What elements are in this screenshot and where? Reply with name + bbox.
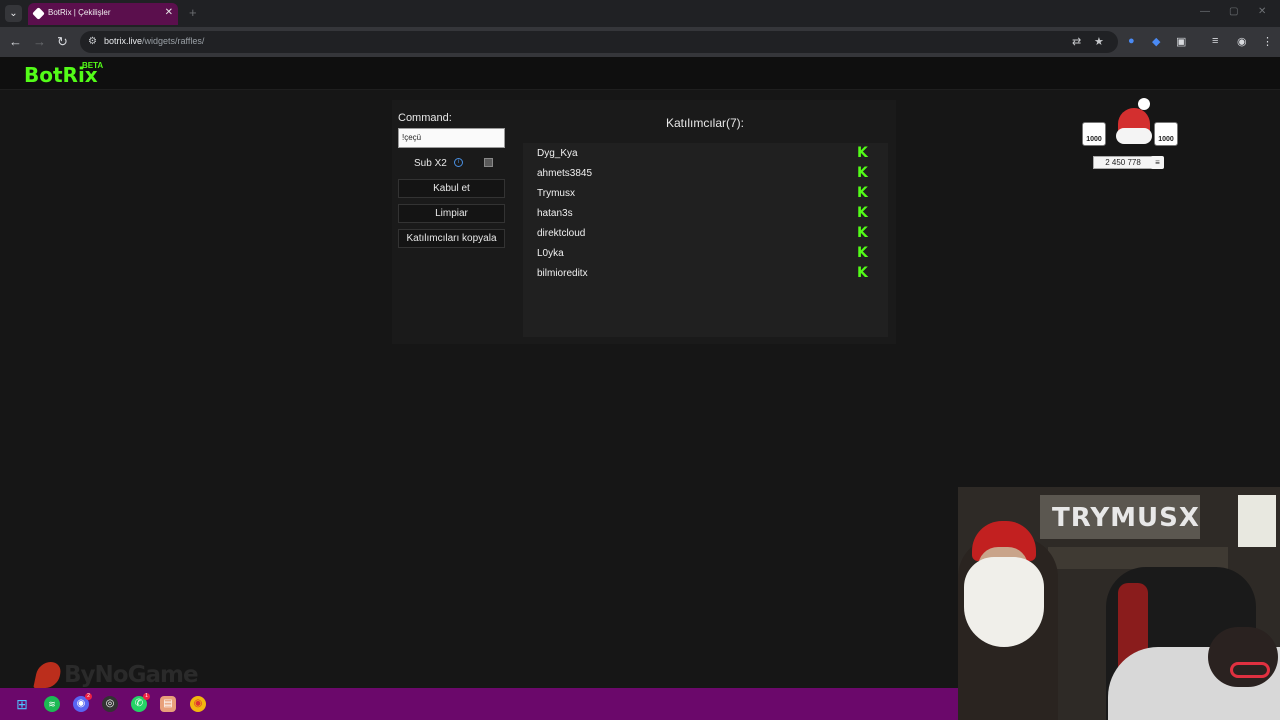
participant-name: ahmets3845 (537, 168, 593, 179)
translate-icon[interactable]: ⇄ (1072, 35, 1081, 48)
list-item[interactable]: direktcloud K (523, 223, 888, 243)
list-icon: ≡ (1151, 156, 1164, 169)
forward-icon[interactable]: → (33, 34, 46, 49)
list-item[interactable]: L0yka K (523, 243, 888, 263)
kick-icon: K (857, 145, 868, 161)
stream-overlay-widget: 1000 1000 2 450 778 ≡ (1082, 92, 1182, 172)
window-close-icon[interactable]: ✕ (1258, 6, 1266, 17)
kick-icon: K (857, 165, 868, 181)
participant-name: bilmioreditx (537, 268, 588, 279)
command-input[interactable]: !çeçü (398, 128, 505, 148)
webcam-sign-text: TRYMUSX (1052, 503, 1200, 533)
taskbar: ⊞ ≋ ◉ 2 ◎ ✆ 1 ▤ ◉ (0, 688, 958, 720)
kick-icon: K (857, 205, 868, 221)
tab-search-icon[interactable]: ⌄ (5, 5, 22, 22)
list-item[interactable]: bilmioreditx K (523, 263, 888, 283)
sub-x2-row: Sub X2 i (398, 155, 506, 173)
participants-panel: Katılımcılar(7): Dyg_Kya K ahmets3845 K Tr… (522, 100, 888, 344)
webcam-sign: TRYMUSX (1040, 495, 1200, 539)
accept-button[interactable]: Kabul et (398, 179, 505, 198)
windows-start-icon[interactable]: ⊞ (14, 696, 30, 712)
spotify-icon[interactable]: ≋ (44, 696, 60, 712)
site-info-icon[interactable]: ⚙ (88, 36, 97, 47)
left-badge-count: 1000 (1086, 136, 1102, 143)
address-toolbar: ← → ↻ ⚙ botrix.live/widgets/raffles/ ⇄ ★… (0, 27, 1280, 57)
participants-list: Dyg_Kya K ahmets3845 K Trymusx K hatan3s K d… (523, 143, 888, 337)
url-path: /widgets/raffles/ (142, 36, 205, 46)
webcam-feed: TRYMUSX (958, 487, 1280, 720)
participant-name: Trymusx (537, 188, 575, 199)
sponsor-text: ByNoGame (64, 662, 199, 688)
list-item[interactable]: Trymusx K (523, 183, 888, 203)
photos-icon[interactable]: ▤ (160, 696, 176, 712)
participants-title: Katılımcılar(7): (665, 116, 744, 130)
browser-tab-active[interactable]: BotRix | Çekilişler ✕ (28, 3, 178, 25)
list-item[interactable]: Dyg_Kya K (523, 143, 888, 163)
bookmark-star-icon[interactable]: ★ (1094, 35, 1104, 48)
whatsapp-icon[interactable]: ✆ 1 (131, 693, 150, 712)
overlay-counter: 2 450 778 (1093, 156, 1153, 169)
reading-list-icon[interactable]: ≡ (1212, 35, 1218, 47)
list-item[interactable]: hatan3s K (523, 203, 888, 223)
participant-name: L0yka (537, 248, 564, 259)
clear-button[interactable]: Limpiar (398, 204, 505, 223)
whatsapp-badge: 1 (143, 693, 150, 700)
list-item[interactable]: ahmets3845 K (523, 163, 888, 183)
copy-participants-button[interactable]: Katılımcıları kopyala (398, 229, 505, 248)
raffle-widget: Command: !çeçü Sub X2 i Kabul et Limpiar… (392, 100, 896, 344)
santa-mascot-icon (1112, 98, 1154, 144)
info-icon[interactable]: i (454, 158, 463, 167)
extension-shield-icon[interactable]: ◆ (1152, 35, 1160, 48)
extensions-puzzle-icon[interactable]: ▣ (1176, 35, 1186, 48)
menu-kebab-icon[interactable]: ⋮ (1262, 35, 1273, 48)
browser-tab-strip: ⌄ BotRix | Çekilişler ✕ + — ▢ ✕ (0, 0, 1280, 27)
back-icon[interactable]: ← (9, 34, 22, 49)
minimize-icon[interactable]: — (1200, 6, 1210, 17)
command-label: Command: (398, 112, 452, 124)
kick-icon: K (857, 245, 868, 261)
tab-title: BotRix | Çekilişler (48, 8, 111, 17)
url-text[interactable]: botrix.live/widgets/raffles/ (104, 36, 204, 46)
raffle-controls: Command: !çeçü Sub X2 i Kabul et Limpiar… (398, 112, 506, 248)
participant-name: Dyg_Kya (537, 148, 578, 159)
participant-name: direktcloud (537, 228, 586, 239)
app-icon[interactable]: ◎ (102, 696, 118, 712)
profile-icon[interactable]: ◉ (1237, 35, 1247, 48)
participant-name: hatan3s (537, 208, 573, 219)
reload-icon[interactable]: ↻ (57, 34, 68, 50)
maximize-icon[interactable]: ▢ (1229, 6, 1238, 17)
right-badge-count: 1000 (1158, 136, 1174, 143)
kick-icon: K (857, 265, 868, 281)
extension-icon[interactable]: ● (1128, 35, 1135, 47)
url-bar[interactable]: ⚙ botrix.live/widgets/raffles/ ⇄ ★ (80, 31, 1118, 53)
beta-badge: BETA (82, 61, 104, 70)
poster-image (1238, 495, 1276, 547)
bynogame-mark-icon (33, 662, 63, 688)
kick-icon: K (857, 185, 868, 201)
site-header: BotRix BETA (0, 57, 1280, 90)
url-host: botrix.live (104, 36, 143, 46)
kick-icon: K (857, 225, 868, 241)
botrix-favicon-icon (32, 7, 45, 20)
sub-x2-checkbox[interactable] (484, 158, 493, 167)
sub-x2-label: Sub X2 (414, 158, 447, 169)
discord-badge: 2 (85, 693, 92, 700)
tab-close-icon[interactable]: ✕ (165, 7, 173, 18)
chrome-icon[interactable]: ◉ (190, 696, 206, 712)
discord-icon[interactable]: ◉ 2 (73, 693, 92, 712)
new-tab-icon[interactable]: + (189, 5, 197, 20)
